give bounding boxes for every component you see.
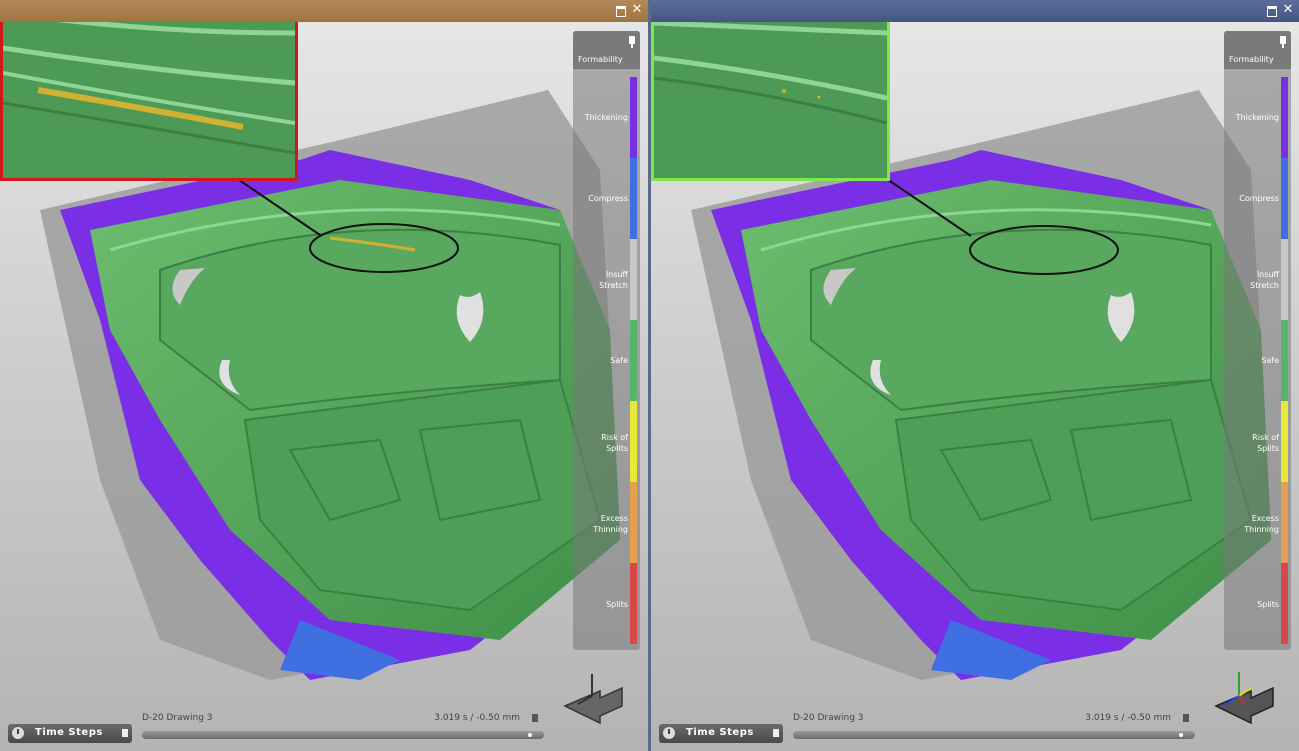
- stage-name: D-20 Drawing 3: [793, 713, 864, 723]
- axis-triad-icon[interactable]: [1211, 666, 1281, 726]
- time-readout: 3.019 s / -0.50 mm: [434, 713, 520, 723]
- formability-legend: Formability Thickening Compress Insuff S…: [1224, 31, 1291, 650]
- legend-header: Formability: [573, 31, 640, 69]
- clock-icon: [663, 727, 675, 739]
- pin-icon[interactable]: [1183, 714, 1189, 722]
- zoom-inset: [0, 0, 298, 181]
- time-steps-label: Time Steps: [35, 727, 103, 738]
- legend-color-bar: [630, 77, 637, 644]
- clock-icon: [12, 727, 24, 739]
- zoom-inset-image: [3, 3, 295, 178]
- legend-label-splits: Splits: [1257, 600, 1279, 609]
- pin-icon[interactable]: [629, 36, 635, 48]
- legend-label-risk-of-splits: Risk of Splits: [601, 433, 628, 453]
- stage-name: D-20 Drawing 3: [142, 713, 213, 723]
- viewport-titlebar: [651, 0, 1299, 22]
- close-icon[interactable]: ✕: [630, 3, 644, 17]
- legend-header: Formability: [1224, 31, 1291, 69]
- legend-label-insuff-stretch: Insuff Stretch: [599, 270, 628, 290]
- pin-icon[interactable]: [122, 729, 128, 737]
- viewport-titlebar: [0, 0, 648, 22]
- pin-icon[interactable]: [773, 729, 779, 737]
- time-slider-thumb[interactable]: [528, 733, 533, 737]
- close-icon[interactable]: ✕: [1281, 3, 1295, 17]
- viewport-right[interactable]: ✕ Formability Thickening Compress Insuff…: [651, 0, 1299, 751]
- axis-triad-icon[interactable]: [560, 666, 630, 726]
- maximize-icon[interactable]: [1265, 3, 1279, 17]
- legend-label-risk-of-splits: Risk of Splits: [1252, 433, 1279, 453]
- legend-label-splits: Splits: [606, 600, 628, 609]
- zoom-inset-image: [654, 3, 887, 178]
- legend-label-thickening: Thickening: [584, 113, 628, 122]
- legend-label-thickening: Thickening: [1235, 113, 1279, 122]
- viewport-left[interactable]: ✕ Formability Thickening Compress Insuff…: [0, 0, 648, 751]
- legend-label-compress: Compress: [1239, 194, 1279, 203]
- legend-label-safe: Safe: [1261, 356, 1279, 365]
- pin-icon[interactable]: [1280, 36, 1286, 48]
- formability-legend: Formability Thickening Compress Insuff S…: [573, 31, 640, 650]
- pin-icon[interactable]: [532, 714, 538, 722]
- legend-label-safe: Safe: [610, 356, 628, 365]
- legend-label-compress: Compress: [588, 194, 628, 203]
- legend-label-excess-thinning: Excess Thinning: [593, 514, 628, 534]
- time-slider[interactable]: [793, 731, 1195, 739]
- legend-title: Formability: [578, 55, 623, 64]
- time-steps-label: Time Steps: [686, 727, 754, 738]
- time-slider[interactable]: [142, 731, 544, 739]
- legend-title: Formability: [1229, 55, 1274, 64]
- legend-label-excess-thinning: Excess Thinning: [1244, 514, 1279, 534]
- time-steps-button[interactable]: Time Steps: [659, 724, 783, 743]
- time-steps-button[interactable]: Time Steps: [8, 724, 132, 743]
- time-slider-thumb[interactable]: [1179, 733, 1184, 737]
- zoom-inset: [651, 0, 890, 181]
- maximize-icon[interactable]: [614, 3, 628, 17]
- time-readout: 3.019 s / -0.50 mm: [1085, 713, 1171, 723]
- legend-color-bar: [1281, 77, 1288, 644]
- legend-label-insuff-stretch: Insuff Stretch: [1250, 270, 1279, 290]
